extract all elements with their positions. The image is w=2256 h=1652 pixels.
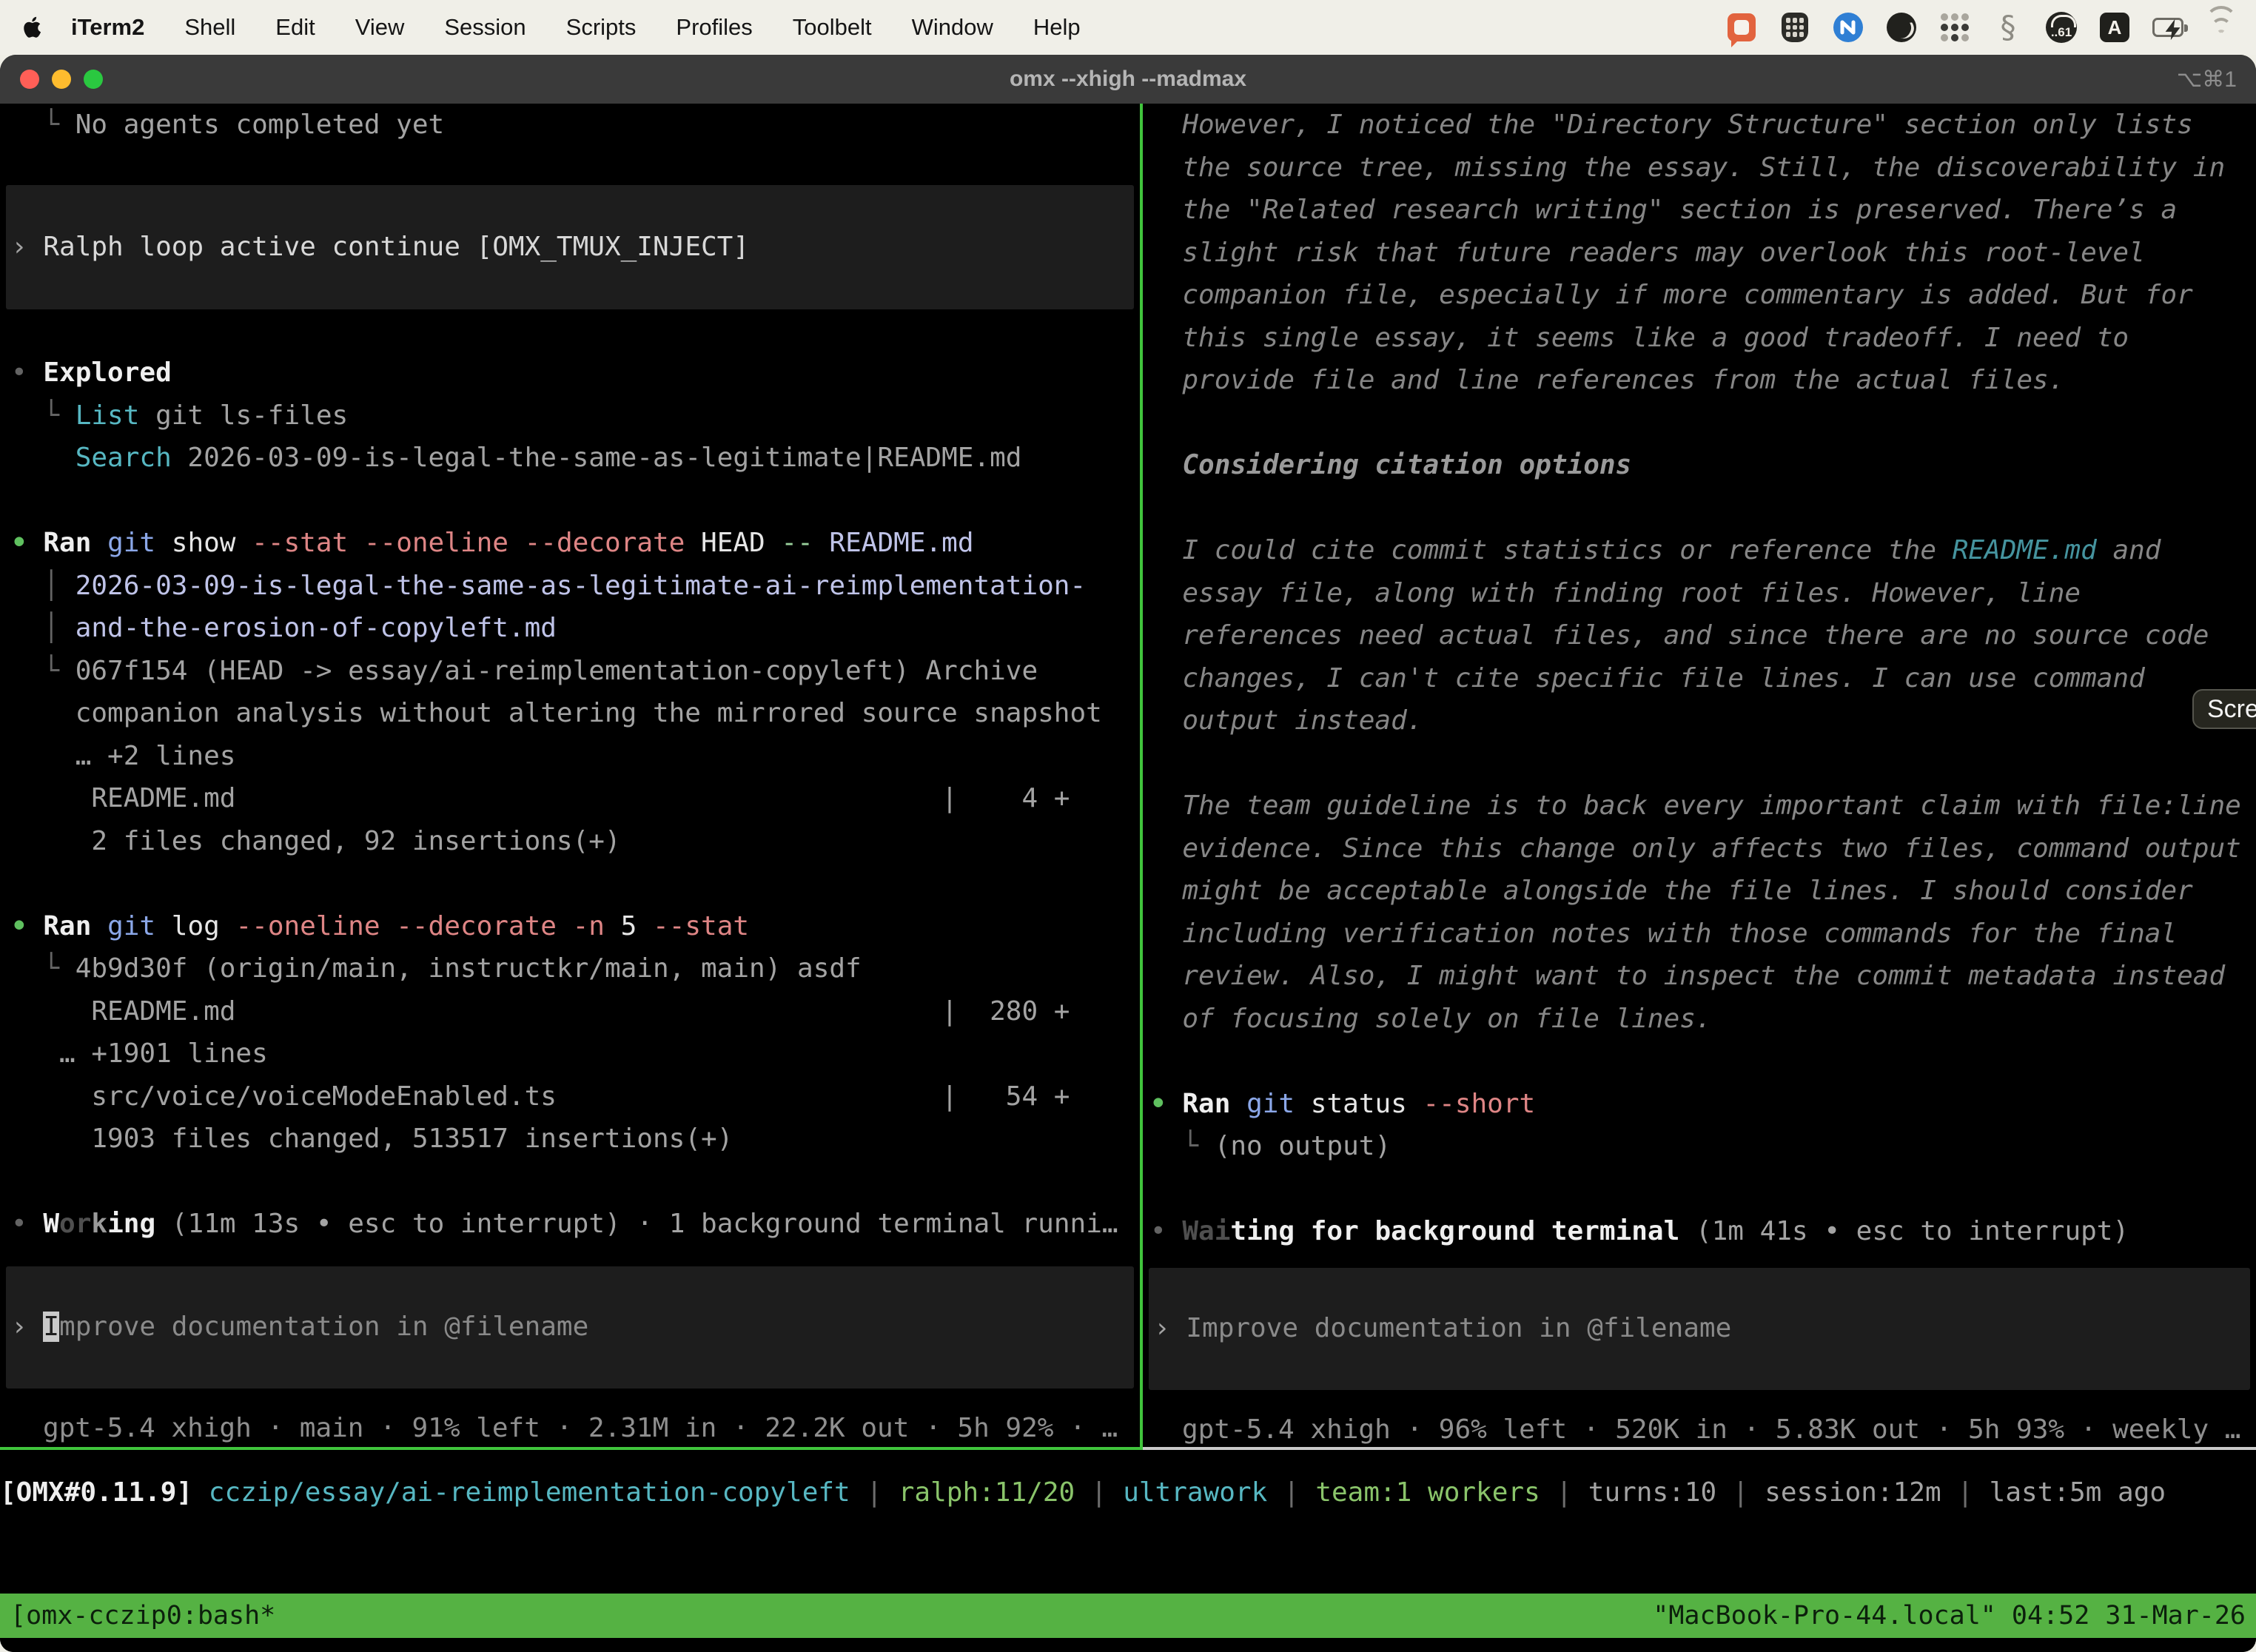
terminal-line: src/voice/voiceModeEnabled.ts | 54 +: [0, 1075, 1140, 1118]
terminal-line: Considering citation options: [1143, 444, 2256, 487]
screen-indicator-chip[interactable]: Scre: [2192, 689, 2256, 729]
left-prompt-input[interactable]: › Improve documentation in @filename: [6, 1266, 1134, 1389]
terminal-line: └ No agents completed yet: [0, 104, 1140, 147]
terminal-line: Search 2026-03-09-is-legal-the-same-as-l…: [0, 437, 1140, 480]
menu-item-window[interactable]: Window: [892, 14, 1013, 41]
terminal-line: companion analysis without altering the …: [0, 692, 1140, 735]
terminal-line: … +1901 lines: [0, 1032, 1140, 1075]
terminal-line: • Working (11m 13s • esc to interrupt) ·…: [0, 1203, 1140, 1246]
grid-shield-icon[interactable]: [1779, 12, 1810, 43]
terminal-line: this single essay, it seems like a good …: [1143, 317, 2256, 360]
terminal-line: [1143, 1168, 2256, 1211]
right-session-status: gpt-5.4 xhigh · 96% left · 520K in · 5.8…: [1143, 1408, 2256, 1448]
gauge-icon[interactable]: ..61: [2046, 12, 2077, 43]
menu-bar: iTerm2 Shell Edit View Session Scripts P…: [0, 0, 2256, 55]
squiggle-icon[interactable]: §: [1993, 12, 2024, 43]
zigzag-badge-icon[interactable]: [1833, 12, 1864, 43]
wifi-icon[interactable]: [2206, 12, 2237, 43]
terminal-line: › Improve documentation in @filename: [6, 1306, 588, 1349]
terminal-line: › Ralph loop active continue [OMX_TMUX_I…: [6, 226, 749, 269]
input-source-icon[interactable]: A: [2099, 12, 2130, 43]
terminal-area: └ No agents completed yet › Ralph loop a…: [0, 104, 2256, 1652]
terminal-line: [0, 480, 1140, 523]
terminal-line: • Ran git status --short: [1143, 1083, 2256, 1126]
terminal-line: [1143, 402, 2256, 445]
apple-icon[interactable]: [19, 15, 49, 40]
terminal-line: the "Related research writing" section i…: [1143, 189, 2256, 232]
terminal-line: evidence. Since this change only affects…: [1143, 827, 2256, 870]
agents-summary: └ No agents completed yet: [0, 104, 1140, 147]
right-transcript: However, I noticed the "Directory Struct…: [1143, 104, 2256, 1253]
terminal-line: [1143, 487, 2256, 530]
terminal-line: review. Also, I might want to inspect th…: [1143, 955, 2256, 998]
terminal-line: companion file, especially if more comme…: [1143, 274, 2256, 317]
battery-icon[interactable]: [2152, 12, 2183, 43]
terminal-line: 2 files changed, 92 insertions(+): [0, 820, 1140, 863]
terminal-line: [OMX#0.11.9] cczip/essay/ai-reimplementa…: [0, 1471, 2256, 1514]
pane-border-active: [0, 1447, 1143, 1450]
terminal-line: [1143, 742, 2256, 785]
terminal-line: the source tree, missing the essay. Stil…: [1143, 147, 2256, 189]
left-session-status: gpt-5.4 xhigh · main · 91% left · 2.31M …: [0, 1407, 1140, 1448]
right-prompt-input[interactable]: › Improve documentation in @filename: [1149, 1268, 2250, 1390]
menu-item-help[interactable]: Help: [1013, 14, 1101, 41]
terminal-line: [1143, 1040, 2256, 1083]
right-terminal-pane[interactable]: However, I noticed the "Directory Struct…: [1143, 104, 2256, 1447]
terminal-line: However, I noticed the "Directory Struct…: [1143, 104, 2256, 147]
menu-item-app[interactable]: iTerm2: [59, 14, 164, 41]
terminal-line: │ and-the-erosion-of-copyleft.md: [0, 607, 1140, 650]
terminal-line: changes, I can't cite specific file line…: [1143, 657, 2256, 700]
menu-item-session[interactable]: Session: [424, 14, 545, 41]
dots-grid-icon[interactable]: [1939, 12, 1970, 43]
left-transcript: • Explored └ List git ls-files Search 20…: [0, 352, 1140, 1246]
inject-banner: › Ralph loop active continue [OMX_TMUX_I…: [6, 185, 1134, 309]
terminal-line: └ 067f154 (HEAD -> essay/ai-reimplementa…: [0, 650, 1140, 693]
menu-item-scripts[interactable]: Scripts: [546, 14, 657, 41]
terminal-line: │ 2026-03-09-is-legal-the-same-as-legiti…: [0, 565, 1140, 608]
tmux-status-bar: [omx-cczip0:bash* "MacBook-Pro-44.local"…: [0, 1594, 2256, 1638]
window-title: omx --xhigh --madmax: [0, 67, 2256, 92]
menu-status-area: § ..61 A: [1726, 12, 2237, 43]
terminal-line: README.md | 280 +: [0, 990, 1140, 1033]
menu-item-toolbelt[interactable]: Toolbelt: [773, 14, 892, 41]
terminal-line: [0, 862, 1140, 905]
terminal-line: essay file, along with finding root file…: [1143, 572, 2256, 615]
menu-item-profiles[interactable]: Profiles: [656, 14, 772, 41]
terminal-line: slight risk that future readers may over…: [1143, 232, 2256, 275]
terminal-line: • Ran git show --stat --oneline --decora…: [0, 522, 1140, 565]
terminal-line: of focusing solely on file lines.: [1143, 998, 2256, 1041]
terminal-line: └ (no output): [1143, 1125, 2256, 1168]
terminal-line: README.md | 4 +: [0, 777, 1140, 820]
terminal-line: • Explored: [0, 352, 1140, 394]
terminal-line: [0, 1161, 1140, 1203]
menu-item-edit[interactable]: Edit: [255, 14, 335, 41]
chat-icon[interactable]: [1726, 12, 1757, 43]
tmux-session-label: [omx-cczip0:bash*: [10, 1601, 275, 1631]
terminal-line: › Improve documentation in @filename: [1149, 1307, 1731, 1350]
terminal-line: … +2 lines: [0, 735, 1140, 778]
menu-item-view[interactable]: View: [335, 14, 425, 41]
terminal-line: might be acceptable alongside the file l…: [1143, 870, 2256, 913]
terminal-line: The team guideline is to back every impo…: [1143, 785, 2256, 827]
terminal-line: provide file and line references from th…: [1143, 359, 2256, 402]
terminal-line: └ 4b9d30f (origin/main, instructkr/main,…: [0, 947, 1140, 990]
terminal-line: including verification notes with those …: [1143, 913, 2256, 956]
terminal-line: • Waiting for background terminal (1m 41…: [1143, 1210, 2256, 1253]
tmux-host-clock: "MacBook-Pro-44.local" 04:52 31-Mar-26: [1653, 1601, 2246, 1631]
crescent-icon[interactable]: [1886, 12, 1917, 43]
terminal-line: references need actual files, and since …: [1143, 614, 2256, 657]
omx-status-line: [OMX#0.11.9] cczip/essay/ai-reimplementa…: [0, 1471, 2256, 1514]
pane-border-inactive: [1143, 1447, 2256, 1450]
title-bar: omx --xhigh --madmax ⌥⌘1: [0, 55, 2256, 104]
left-terminal-pane[interactable]: └ No agents completed yet › Ralph loop a…: [0, 104, 1140, 1447]
menu-item-shell[interactable]: Shell: [164, 14, 255, 41]
pane-divider[interactable]: [1140, 104, 1143, 1450]
iterm-window: omx --xhigh --madmax ⌥⌘1 └ No agents com…: [0, 55, 2256, 1652]
terminal-line: • Ran git log --oneline --decorate -n 5 …: [0, 905, 1140, 948]
terminal-line: output instead.: [1143, 699, 2256, 742]
terminal-line: └ List git ls-files: [0, 394, 1140, 437]
terminal-line: I could cite commit statistics or refere…: [1143, 529, 2256, 572]
terminal-line: 1903 files changed, 513517 insertions(+): [0, 1118, 1140, 1161]
